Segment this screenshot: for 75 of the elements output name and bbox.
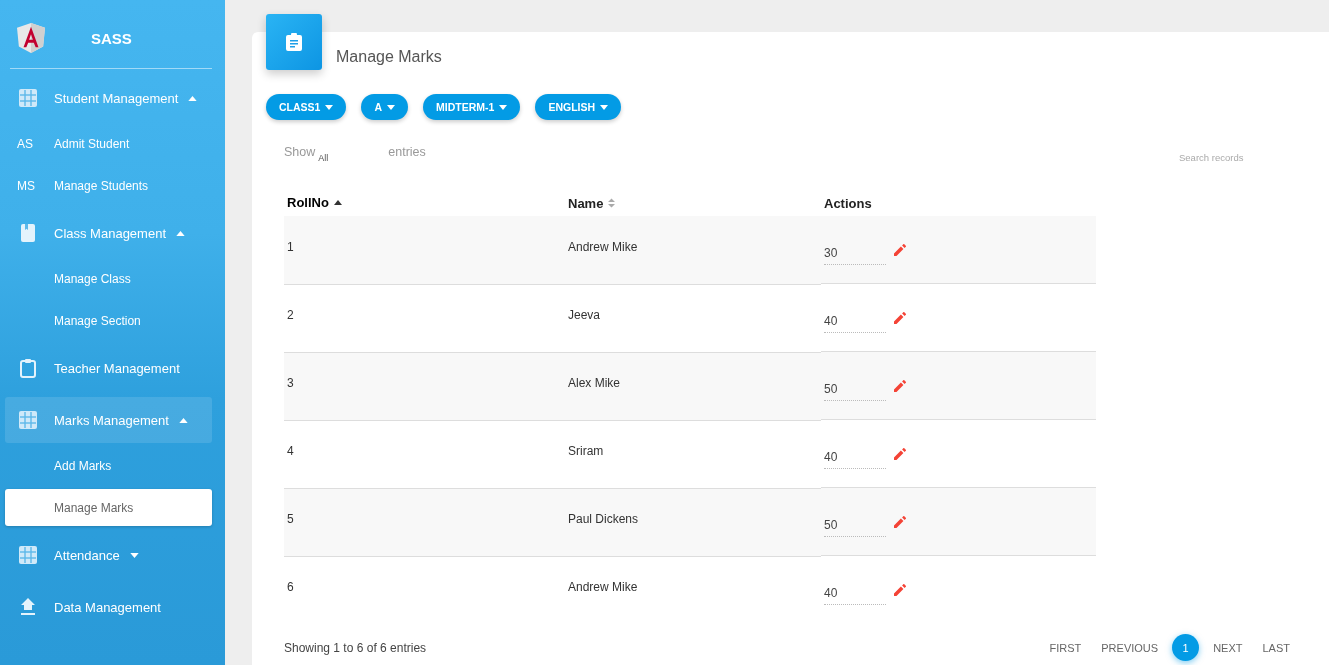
clipboard-icon [18,358,38,378]
brand-title: SASS [91,29,132,47]
pagination-button[interactable]: 1 [1172,634,1200,661]
sidebar-item[interactable]: Marks Management [5,397,212,443]
pagination-button[interactable]: FIRST [1043,634,1088,661]
table-cell: 4 [287,444,294,458]
shield-logo-icon [17,23,45,53]
page-title: Manage Marks [336,47,442,66]
filter-dropdown[interactable]: ENGLISH [535,94,622,120]
table-cell: Alex Mike [568,376,620,390]
sidebar-subitem[interactable]: Manage Marks [5,489,212,526]
caret-down-icon [325,104,334,110]
column-header[interactable]: Actions [824,195,872,211]
pagination-button[interactable]: LAST [1256,634,1296,661]
caret-down-icon [499,104,508,110]
filter-dropdown[interactable]: MIDTERM-1 [423,94,521,120]
grid-icon [18,88,38,108]
upload-icon [18,597,38,617]
table-cell: 5 [287,512,294,526]
table-cell: 6 [287,580,294,595]
sidebar-subitem-label: Admit Student [54,136,130,151]
item-abbreviation: MS [17,178,36,193]
table-info: Showing 1 to 6 of 6 entries [284,640,427,655]
pagination-button[interactable]: PREVIOUS [1095,634,1165,661]
mark-input-field[interactable]: 40 [824,578,886,605]
table-cell: Jeeva [568,308,601,322]
sidebar-subitem[interactable]: Manage Section [5,302,212,339]
edit-icon[interactable] [894,244,906,256]
show-label: Show [284,145,316,159]
sidebar-subitem-label: Manage Class [54,271,131,286]
entries-select[interactable]: All [318,153,329,163]
table-cell: Sriram [568,444,604,458]
mark-input-field[interactable]: 50 [824,374,886,401]
filter-dropdown[interactable]: CLASS1 [266,94,347,120]
sidebar-subitem-label: Manage Marks [54,500,134,515]
sidebar-subitem[interactable]: AS Admit Student [5,125,212,162]
sidebar-item[interactable]: Data Management [5,584,212,630]
sidebar-item[interactable]: Class Management [5,210,212,256]
table-cell: Andrew Mike [568,239,638,254]
grid-icon [18,545,38,565]
mark-input-field[interactable]: 40 [824,442,886,469]
sidebar-item[interactable]: Attendance [5,532,212,578]
caret-down-icon [387,104,396,110]
sidebar-subitem-label: Add Marks [54,458,112,473]
table-cell: 2 [287,308,294,322]
edit-icon[interactable] [894,516,906,528]
pagination-button[interactable]: NEXT [1207,634,1249,661]
table-cell: 1 [287,239,294,254]
mark-input-field[interactable]: 50 [824,510,886,537]
sidebar-subitem-label: Manage Section [54,313,141,328]
sidebar-item[interactable]: Student Management [5,75,212,121]
search-field[interactable]: Search records [1177,151,1251,164]
sidebar-subitem-label: Manage Students [54,178,149,193]
mark-input-field[interactable]: 40 [824,306,886,333]
filter-dropdown[interactable]: A [361,94,409,120]
column-header[interactable]: RollNo [287,195,342,211]
table-cell: 3 [287,376,294,390]
edit-icon[interactable] [894,380,906,392]
sidebar-item[interactable]: Teacher Management [5,345,212,391]
edit-icon[interactable] [894,584,906,596]
mark-input-field[interactable]: 30 [824,238,886,265]
column-header[interactable]: Name [568,195,616,211]
sidebar-subitem[interactable]: Add Marks [5,447,212,484]
sidebar-subitem[interactable]: Manage Class [5,260,212,297]
item-abbreviation: AS [17,136,34,151]
edit-icon[interactable] [894,312,906,324]
edit-icon[interactable] [894,448,906,460]
table-cell: Paul Dickens [568,512,639,526]
sidebar-subitem[interactable]: MS Manage Students [5,167,212,204]
entries-label: entries [388,145,426,159]
table-cell: Andrew Mike [568,580,638,595]
book-icon [18,223,38,243]
grid-icon [18,410,38,430]
clipboard-icon [286,33,302,51]
caret-down-icon [600,104,609,110]
